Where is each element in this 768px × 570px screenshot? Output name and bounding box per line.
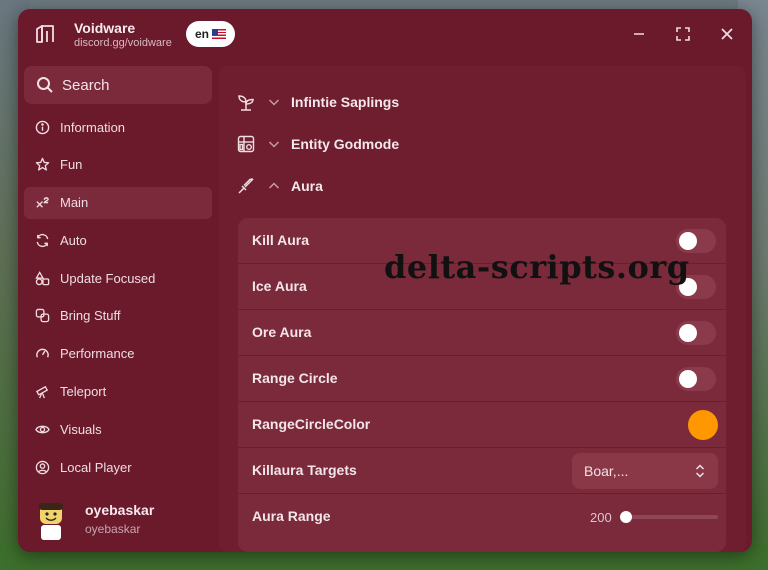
sidebar-item-label: Local Player bbox=[60, 459, 132, 475]
language-selector[interactable]: en bbox=[186, 21, 235, 47]
setting-label: Ore Aura bbox=[252, 324, 312, 340]
shapes-icon bbox=[34, 270, 50, 286]
eye-icon bbox=[34, 421, 50, 437]
toggle-knob bbox=[679, 370, 697, 388]
range-circle-toggle[interactable] bbox=[676, 367, 716, 391]
sidebar-item-main[interactable]: Main bbox=[24, 186, 212, 219]
sidebar-item-label: Auto bbox=[60, 232, 87, 248]
setting-label: RangeCircleColor bbox=[252, 416, 371, 432]
chevron-up-icon bbox=[268, 182, 280, 189]
language-label: en bbox=[194, 27, 209, 41]
minimize-button[interactable] bbox=[628, 23, 650, 45]
sidebar-item-bring-stuff[interactable]: Bring Stuff bbox=[24, 300, 212, 332]
setting-label: Ice Aura bbox=[252, 278, 307, 294]
setting-row-ore-aura: Ore Aura bbox=[238, 310, 726, 356]
setting-row-range-circle-color: RangeCircleColor bbox=[238, 402, 726, 448]
superscript-icon bbox=[34, 195, 50, 211]
killaura-targets-dropdown[interactable]: Boar,... bbox=[572, 453, 718, 489]
slider-thumb[interactable] bbox=[620, 511, 632, 523]
color-picker-swatch[interactable] bbox=[688, 410, 718, 440]
setting-label: Kill Aura bbox=[252, 232, 310, 248]
section-label: Entity Godmode bbox=[291, 136, 400, 152]
sidebar-item-visuals[interactable]: Visuals bbox=[24, 413, 212, 445]
search-bar[interactable]: Search bbox=[24, 66, 212, 104]
sword-icon bbox=[238, 178, 254, 194]
sidebar-item-fun[interactable]: Fun bbox=[24, 149, 212, 181]
telescope-icon bbox=[34, 384, 50, 400]
setting-label: Aura Range bbox=[252, 508, 331, 524]
setting-label: Range Circle bbox=[252, 370, 338, 386]
section-label: Infintie Saplings bbox=[291, 94, 400, 110]
section-entity-godmode[interactable]: Entity Godmode bbox=[219, 129, 746, 159]
maximize-button[interactable] bbox=[672, 23, 694, 45]
setting-label: Killaura Targets bbox=[252, 462, 357, 478]
section-infinite-saplings[interactable]: Infintie Saplings bbox=[219, 87, 746, 117]
close-icon bbox=[721, 28, 733, 40]
sprout-icon bbox=[238, 95, 254, 111]
maximize-icon bbox=[676, 27, 690, 41]
sidebar-item-label: Fun bbox=[60, 157, 83, 173]
sidebar: Search Information Fun Main Auto Update … bbox=[24, 66, 212, 552]
slider-value: 200 bbox=[590, 510, 612, 525]
sidebar-item-label: Information bbox=[60, 119, 126, 135]
user-name: oyebaskar bbox=[85, 502, 155, 518]
sidebar-item-label: Visuals bbox=[60, 421, 102, 437]
us-flag-icon bbox=[212, 29, 226, 39]
minimize-icon bbox=[634, 33, 644, 35]
chevron-down-icon bbox=[268, 99, 280, 106]
setting-row-killaura-targets: Killaura Targets Boar,... bbox=[238, 448, 726, 494]
close-button[interactable] bbox=[716, 23, 738, 45]
setting-row-aura-range: Aura Range 200 bbox=[238, 494, 726, 540]
app-title: Voidware bbox=[74, 20, 136, 36]
dropdown-value: Boar,... bbox=[584, 463, 629, 479]
ore-aura-toggle[interactable] bbox=[676, 321, 716, 345]
star-icon bbox=[34, 157, 50, 173]
aura-range-slider[interactable] bbox=[620, 511, 718, 523]
main-content: Infintie Saplings Entity Godmode Aura Ki… bbox=[219, 66, 746, 552]
sidebar-item-label: Performance bbox=[60, 346, 135, 362]
link-icon bbox=[34, 308, 50, 324]
sidebar-item-teleport[interactable]: Teleport bbox=[24, 376, 212, 408]
grid-icon bbox=[237, 135, 255, 153]
section-aura[interactable]: Aura bbox=[219, 171, 746, 201]
search-icon bbox=[37, 77, 53, 93]
sidebar-item-information[interactable]: Information bbox=[24, 111, 212, 143]
sidebar-item-auto[interactable]: Auto bbox=[24, 224, 212, 256]
sidebar-item-label: Main bbox=[60, 195, 89, 211]
search-label: Search bbox=[62, 76, 110, 94]
sidebar-item-label: Teleport bbox=[60, 384, 107, 400]
sidebar-item-update-focused[interactable]: Update Focused bbox=[24, 262, 212, 294]
watermark-text: delta-scripts.org bbox=[384, 248, 690, 286]
user-profile[interactable]: oyebaskar oyebaskar bbox=[24, 496, 212, 552]
app-logo-icon bbox=[36, 25, 54, 43]
sidebar-item-performance[interactable]: Performance bbox=[24, 338, 212, 370]
toggle-knob bbox=[679, 324, 697, 342]
sidebar-item-label: Update Focused bbox=[60, 270, 156, 286]
refresh-icon bbox=[34, 232, 50, 248]
sidebar-item-local-player[interactable]: Local Player bbox=[24, 451, 212, 483]
user-circle-icon bbox=[34, 459, 50, 475]
user-handle: oyebaskar bbox=[85, 522, 141, 536]
sidebar-nav: Information Fun Main Auto Update Focused… bbox=[24, 111, 212, 489]
chevron-up-down-icon bbox=[695, 464, 705, 478]
sidebar-item-label: Bring Stuff bbox=[60, 308, 121, 324]
avatar bbox=[39, 503, 63, 540]
setting-row-range-circle: Range Circle bbox=[238, 356, 726, 402]
chevron-down-icon bbox=[268, 141, 280, 148]
gauge-icon bbox=[34, 346, 50, 362]
section-label: Aura bbox=[291, 178, 323, 194]
app-subtitle: discord.gg/voidware bbox=[74, 37, 172, 49]
title-bar[interactable]: Voidware discord.gg/voidware en bbox=[18, 9, 752, 61]
info-icon bbox=[34, 119, 50, 135]
